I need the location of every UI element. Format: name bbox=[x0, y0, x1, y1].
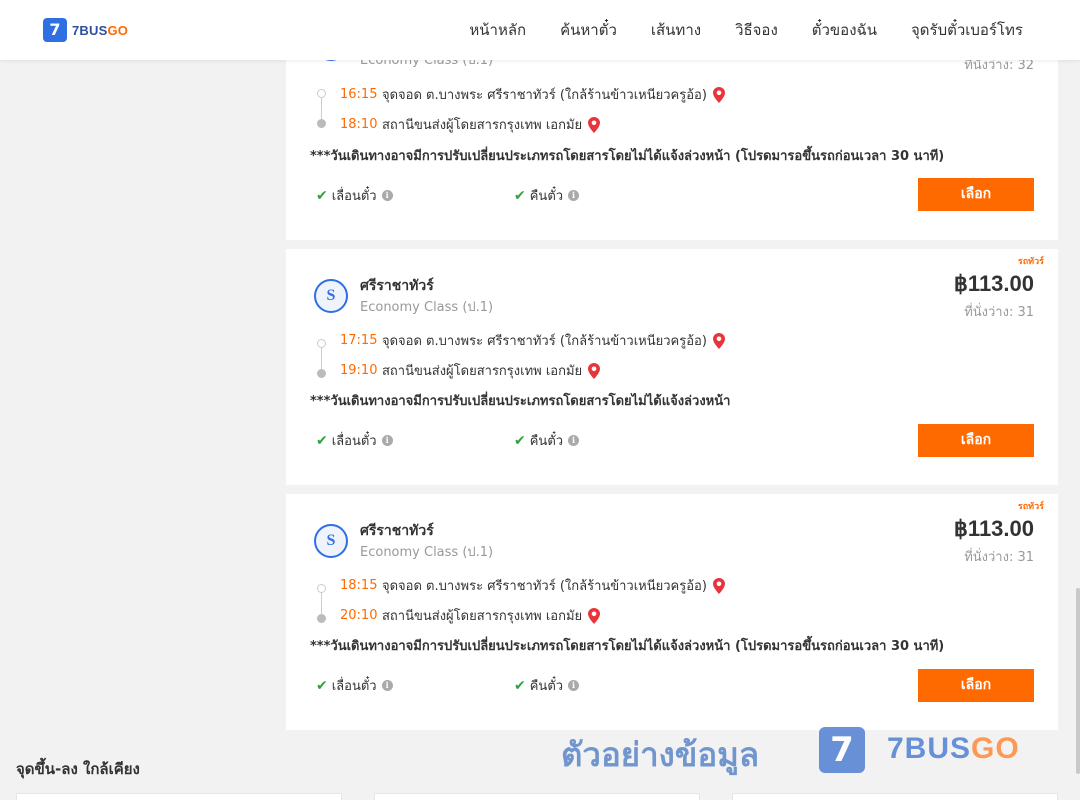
scrollbar-thumb[interactable] bbox=[1076, 588, 1080, 774]
site-logo[interactable]: 7 7BUSGO bbox=[43, 18, 128, 42]
refund-option: ✔ คืนตั๋ว i bbox=[514, 675, 580, 696]
timeline-line bbox=[321, 592, 322, 614]
departure-time: 18:15 bbox=[340, 578, 378, 593]
departure-stop: 17:15 จุดจอด ต.บางพระ ศรีราชาทัวร์ (ใกล้… bbox=[340, 330, 725, 351]
seats-available: ที่นั่งว่าง: 31 bbox=[964, 550, 1034, 565]
page-scrollbar[interactable] bbox=[1076, 60, 1080, 800]
trip-card: รถทัวร์ S ศรีราชาทัวร์ Economy Class (ป.… bbox=[286, 494, 1058, 730]
check-icon: ✔ bbox=[316, 677, 328, 694]
nav-routes[interactable]: เส้นทาง bbox=[651, 18, 701, 42]
map-pin-icon[interactable] bbox=[712, 86, 725, 103]
timeline-end-dot bbox=[317, 369, 326, 378]
ticket-price: ฿113.00 bbox=[953, 516, 1034, 541]
reschedule-label: เลื่อนตั๋ว bbox=[331, 679, 377, 694]
watermark-text: ตัวอย่างข้อมูล bbox=[561, 735, 760, 774]
logo-text: 7BUSGO bbox=[72, 22, 129, 38]
arrival-time: 20:10 bbox=[340, 608, 378, 623]
departure-stop: 18:15 จุดจอด ต.บางพระ ศรีราชาทัวร์ (ใกล้… bbox=[340, 575, 725, 596]
info-icon[interactable]: i bbox=[381, 190, 393, 201]
timeline-line bbox=[321, 347, 322, 369]
arrival-stop: 18:10 สถานีขนส่งผู้โดยสารกรุงเทพ เอกมัย bbox=[340, 114, 601, 135]
departure-time: 17:15 bbox=[340, 333, 378, 348]
trip-note: ***วันเดินทางอาจมีการปรับเปลี่ยนประเภทรถ… bbox=[310, 394, 731, 409]
top-header: 7 7BUSGO หน้าหลัก ค้นหาตั๋ว เส้นทาง วิธี… bbox=[0, 0, 1080, 60]
select-button[interactable]: เลือก bbox=[918, 178, 1034, 211]
info-icon[interactable]: i bbox=[381, 435, 393, 446]
arrival-place: สถานีขนส่งผู้โดยสารกรุงเทพ เอกมัย bbox=[382, 118, 583, 133]
departure-place: จุดจอด ต.บางพระ ศรีราชาทัวร์ (ใกล้ร้านข้… bbox=[382, 88, 707, 103]
nav-how-to-book[interactable]: วิธีจอง bbox=[735, 18, 778, 42]
arrival-time: 19:10 bbox=[340, 363, 378, 378]
check-icon: ✔ bbox=[316, 187, 328, 204]
nav-ticket-pickup[interactable]: จุดรับตั๋วเบอร์โทร bbox=[911, 18, 1023, 42]
vehicle-type-badge: รถทัวร์ bbox=[1017, 502, 1044, 512]
bus-class: Economy Class (ป.1) bbox=[360, 300, 494, 315]
trip-note: ***วันเดินทางอาจมีการปรับเปลี่ยนประเภทรถ… bbox=[310, 149, 945, 164]
map-pin-icon[interactable] bbox=[712, 577, 725, 594]
operator-logo-icon: S bbox=[314, 279, 348, 313]
map-pin-icon[interactable] bbox=[588, 116, 601, 133]
refund-label: คืนตั๋ว bbox=[529, 434, 564, 449]
reschedule-option: ✔ เลื่อนตั๋ว i bbox=[316, 430, 393, 451]
refund-option: ✔ คืนตั๋ว i bbox=[514, 185, 580, 206]
select-button[interactable]: เลือก bbox=[918, 669, 1034, 702]
nearby-stop-card[interactable] bbox=[374, 793, 700, 800]
info-icon[interactable]: i bbox=[568, 680, 580, 691]
info-icon[interactable]: i bbox=[381, 680, 393, 691]
arrival-time: 18:10 bbox=[340, 117, 378, 132]
vehicle-type-badge: รถทัวร์ bbox=[1017, 257, 1044, 267]
operator-logo-icon: S bbox=[314, 524, 348, 558]
reschedule-option: ✔ เลื่อนตั๋ว i bbox=[316, 185, 393, 206]
select-button[interactable]: เลือก bbox=[918, 424, 1034, 457]
timeline-end-dot bbox=[317, 614, 326, 623]
departure-place: จุดจอด ต.บางพระ ศรีราชาทัวร์ (ใกล้ร้านข้… bbox=[382, 579, 707, 594]
refund-label: คืนตั๋ว bbox=[529, 679, 564, 694]
nearby-stop-card[interactable] bbox=[732, 793, 1058, 800]
timeline-line bbox=[321, 97, 322, 119]
arrival-place: สถานีขนส่งผู้โดยสารกรุงเทพ เอกมัย bbox=[382, 364, 583, 379]
arrival-stop: 20:10 สถานีขนส่งผู้โดยสารกรุงเทพ เอกมัย bbox=[340, 605, 601, 626]
reschedule-option: ✔ เลื่อนตั๋ว i bbox=[316, 675, 393, 696]
trip-note: ***วันเดินทางอาจมีการปรับเปลี่ยนประเภทรถ… bbox=[310, 639, 945, 654]
logo-mark: 7 bbox=[43, 18, 67, 42]
info-icon[interactable]: i bbox=[568, 190, 580, 201]
check-icon: ✔ bbox=[514, 677, 526, 694]
info-icon[interactable]: i bbox=[568, 435, 580, 446]
reschedule-label: เลื่อนตั๋ว bbox=[331, 189, 377, 204]
seats-available: ที่นั่งว่าง: 31 bbox=[964, 305, 1034, 320]
map-pin-icon[interactable] bbox=[588, 607, 601, 624]
refund-label: คืนตั๋ว bbox=[529, 189, 564, 204]
refund-option: ✔ คืนตั๋ว i bbox=[514, 430, 580, 451]
arrival-stop: 19:10 สถานีขนส่งผู้โดยสารกรุงเทพ เอกมัย bbox=[340, 360, 601, 381]
arrival-place: สถานีขนส่งผู้โดยสารกรุงเทพ เอกมัย bbox=[382, 609, 583, 624]
nearby-stop-card[interactable] bbox=[16, 793, 342, 800]
departure-stop: 16:15 จุดจอด ต.บางพระ ศรีราชาทัวร์ (ใกล้… bbox=[340, 84, 725, 105]
bus-class: Economy Class (ป.1) bbox=[360, 545, 494, 560]
reschedule-label: เลื่อนตั๋ว bbox=[331, 434, 377, 449]
nav-home[interactable]: หน้าหลัก bbox=[469, 18, 526, 42]
operator-name: ศรีราชาทัวร์ bbox=[360, 278, 434, 294]
watermark-logo-icon: 7 bbox=[819, 727, 865, 773]
nav-search-ticket[interactable]: ค้นหาตั๋ว bbox=[560, 18, 617, 42]
map-pin-icon[interactable] bbox=[712, 332, 725, 349]
map-pin-icon[interactable] bbox=[588, 362, 601, 379]
departure-time: 16:15 bbox=[340, 87, 378, 102]
departure-place: จุดจอด ต.บางพระ ศรีราชาทัวร์ (ใกล้ร้านข้… bbox=[382, 334, 707, 349]
operator-name: ศรีราชาทัวร์ bbox=[360, 523, 434, 539]
check-icon: ✔ bbox=[514, 432, 526, 449]
nav-my-tickets[interactable]: ตั๋วของฉัน bbox=[812, 18, 877, 42]
timeline-end-dot bbox=[317, 119, 326, 128]
main-nav: หน้าหลัก ค้นหาตั๋ว เส้นทาง วิธีจอง ตั๋วข… bbox=[435, 0, 1023, 60]
trip-card: รถทัวร์ S ศรีราชาทัวร์ Economy Class (ป.… bbox=[286, 249, 1058, 485]
check-icon: ✔ bbox=[514, 187, 526, 204]
check-icon: ✔ bbox=[316, 432, 328, 449]
ticket-price: ฿113.00 bbox=[953, 271, 1034, 296]
nearby-stops-title: จุดขึ้น-ลง ใกล้เคียง bbox=[16, 760, 140, 778]
watermark-brand: 7BUSGO bbox=[887, 732, 1020, 765]
